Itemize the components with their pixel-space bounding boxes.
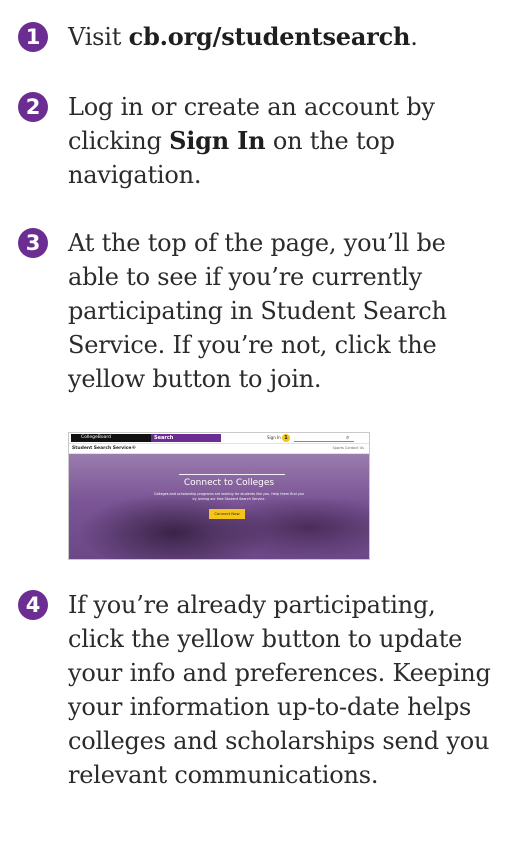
hero-divider [179, 474, 285, 475]
step-number-badge: 4 [18, 590, 48, 620]
service-title: Student Search Service® [72, 446, 136, 451]
search-icon: ⌕ [346, 434, 350, 441]
step-text: At the top of the page, you’ll be able t… [68, 229, 447, 393]
collegeboard-logo: CollegeBoard [71, 434, 151, 442]
step-number-badge: 1 [18, 22, 48, 52]
hero-title: Connect to Colleges [183, 478, 275, 488]
step-text: Log in or create an account by clicking … [68, 90, 478, 192]
search-field-line [294, 441, 354, 442]
screenshot-top-nav: CollegeBoard Search Sign In 1 ⌕ [69, 433, 369, 444]
connect-now-button: Connect Now [209, 509, 245, 519]
subnav-links: Sports Contact Us [332, 446, 364, 450]
step-number-badge: 3 [18, 228, 48, 258]
step-text: Visit cb.org/studentsearch. [68, 20, 498, 54]
hero-description: Colleges and scholarship programs are lo… [154, 492, 304, 501]
screenshot-subnav: Student Search Service® Sports Contact U… [69, 444, 369, 454]
sign-in-link: Sign In [267, 435, 281, 440]
step-text-end: . [410, 23, 418, 51]
highlight-marker: 1 [282, 434, 290, 442]
step-text: If you’re already participating, click t… [68, 591, 491, 789]
sign-in-text: Sign In [169, 126, 266, 155]
website-screenshot: CollegeBoard Search Sign In 1 ⌕ Student … [68, 432, 370, 560]
hero-banner: Connect to Colleges Colleges and scholar… [69, 454, 369, 559]
url-text: cb.org/studentsearch [128, 22, 411, 51]
step-number-badge: 2 [18, 92, 48, 122]
search-tab: Search [151, 434, 221, 442]
step-text-intro: Visit [68, 23, 129, 51]
